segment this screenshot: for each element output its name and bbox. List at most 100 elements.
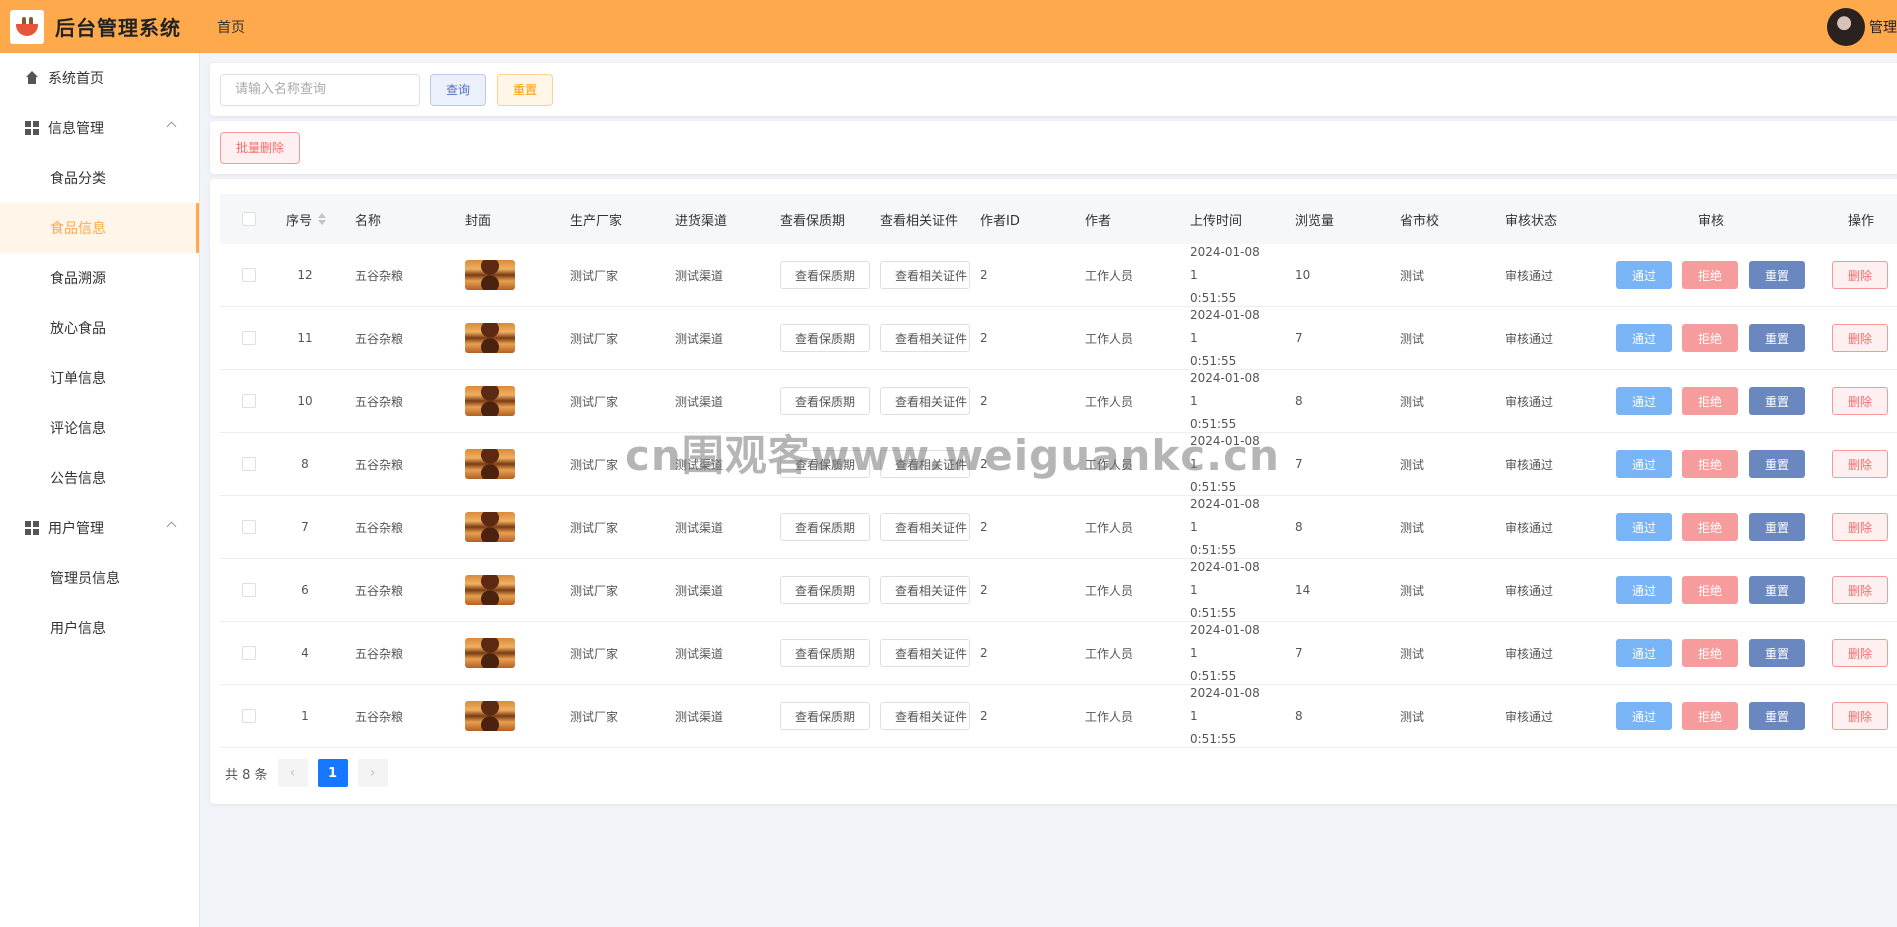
row-checkbox[interactable] bbox=[242, 394, 256, 408]
row-checkbox[interactable] bbox=[242, 520, 256, 534]
batch-delete-button[interactable]: 批量删除 bbox=[220, 131, 300, 164]
sidebar-item[interactable]: 系统首页 bbox=[0, 53, 199, 103]
reject-button[interactable]: 拒绝 bbox=[1682, 639, 1738, 667]
view-shelf-life-button[interactable]: 查看保质期 bbox=[780, 261, 870, 289]
chevron-left-icon[interactable]: ‹ bbox=[277, 759, 308, 787]
header-cert: 查看相关证件 bbox=[880, 213, 959, 229]
query-button[interactable]: 查询 bbox=[430, 73, 486, 106]
sidebar-item[interactable]: 信息管理 bbox=[0, 103, 199, 153]
approve-button[interactable]: 通过 bbox=[1616, 702, 1672, 730]
delete-button[interactable]: 删除 bbox=[1832, 702, 1888, 730]
row-checkbox[interactable] bbox=[242, 709, 256, 723]
header-action: 操作 bbox=[1848, 213, 1875, 229]
view-shelf-life-button[interactable]: 查看保质期 bbox=[780, 513, 870, 541]
sidebar-item[interactable]: 管理员信息 bbox=[0, 553, 199, 603]
cover-image[interactable] bbox=[465, 512, 515, 542]
row-checkbox[interactable] bbox=[242, 268, 256, 282]
reject-button[interactable]: 拒绝 bbox=[1682, 513, 1738, 541]
reject-button[interactable]: 拒绝 bbox=[1682, 702, 1738, 730]
row-upload-time: 2024-01-08 1 0:51:55 bbox=[1190, 496, 1260, 557]
select-all-checkbox[interactable] bbox=[242, 212, 256, 226]
chevron-right-icon[interactable]: › bbox=[357, 759, 388, 787]
user-name[interactable]: 管理 bbox=[1869, 17, 1897, 37]
reject-button[interactable]: 拒绝 bbox=[1682, 387, 1738, 415]
delete-button[interactable]: 删除 bbox=[1832, 450, 1888, 478]
reject-button[interactable]: 拒绝 bbox=[1682, 450, 1738, 478]
view-shelf-life-button[interactable]: 查看保质期 bbox=[780, 702, 870, 730]
page-number[interactable]: 1 bbox=[317, 759, 348, 787]
cover-image[interactable] bbox=[465, 323, 515, 353]
user-menu[interactable]: 管理 bbox=[1827, 0, 1897, 53]
delete-button[interactable]: 删除 bbox=[1832, 576, 1888, 604]
view-shelf-life-button[interactable]: 查看保质期 bbox=[780, 576, 870, 604]
delete-button[interactable]: 删除 bbox=[1832, 261, 1888, 289]
reset-review-button[interactable]: 重置 bbox=[1749, 450, 1805, 478]
table-row: 10 五谷杂粮 测试厂家 测试渠道 查看保质期 查看相关证件 2 工作人员 2024-01-08… bbox=[220, 370, 1897, 433]
row-checkbox[interactable] bbox=[242, 457, 256, 471]
avatar[interactable] bbox=[1827, 7, 1865, 46]
view-certificate-button[interactable]: 查看相关证件 bbox=[880, 513, 970, 541]
view-shelf-life-button[interactable]: 查看保质期 bbox=[780, 450, 870, 478]
sidebar-item[interactable]: 放心食品 bbox=[0, 303, 199, 353]
approve-button[interactable]: 通过 bbox=[1616, 387, 1672, 415]
reset-button[interactable]: 重置 bbox=[497, 73, 553, 106]
cover-image[interactable] bbox=[465, 701, 515, 731]
reset-review-button[interactable]: 重置 bbox=[1749, 702, 1805, 730]
sidebar-item[interactable]: 食品分类 bbox=[0, 153, 199, 203]
approve-button[interactable]: 通过 bbox=[1616, 450, 1672, 478]
view-certificate-button[interactable]: 查看相关证件 bbox=[880, 387, 970, 415]
approve-button[interactable]: 通过 bbox=[1616, 639, 1672, 667]
delete-button[interactable]: 删除 bbox=[1832, 513, 1888, 541]
pagination-total: 共 8 条 bbox=[225, 767, 268, 783]
row-channel: 测试渠道 bbox=[675, 583, 724, 598]
row-checkbox[interactable] bbox=[242, 583, 256, 597]
approve-button[interactable]: 通过 bbox=[1616, 576, 1672, 604]
sidebar-item[interactable]: 订单信息 bbox=[0, 353, 199, 403]
search-input[interactable] bbox=[220, 73, 420, 106]
cover-image[interactable] bbox=[465, 449, 515, 479]
approve-button[interactable]: 通过 bbox=[1616, 513, 1672, 541]
delete-button[interactable]: 删除 bbox=[1832, 324, 1888, 352]
sidebar-item[interactable]: 用户管理 bbox=[0, 503, 199, 553]
row-checkbox[interactable] bbox=[242, 646, 256, 660]
reset-review-button[interactable]: 重置 bbox=[1749, 513, 1805, 541]
sidebar-item[interactable]: 公告信息 bbox=[0, 453, 199, 503]
reject-button[interactable]: 拒绝 bbox=[1682, 261, 1738, 289]
cover-image[interactable] bbox=[465, 575, 515, 605]
view-certificate-button[interactable]: 查看相关证件 bbox=[880, 639, 970, 667]
sidebar-item[interactable]: 食品溯源 bbox=[0, 253, 199, 303]
toolbar: 批量删除 bbox=[210, 121, 1897, 174]
reset-review-button[interactable]: 重置 bbox=[1749, 576, 1805, 604]
reject-button[interactable]: 拒绝 bbox=[1682, 576, 1738, 604]
cover-image[interactable] bbox=[465, 386, 515, 416]
delete-button[interactable]: 删除 bbox=[1832, 639, 1888, 667]
reset-review-button[interactable]: 重置 bbox=[1749, 639, 1805, 667]
header-index[interactable]: 序号 bbox=[286, 194, 327, 244]
view-shelf-life-button[interactable]: 查看保质期 bbox=[780, 639, 870, 667]
breadcrumb[interactable]: 首页 bbox=[217, 17, 245, 37]
row-index: 11 bbox=[297, 331, 313, 345]
approve-button[interactable]: 通过 bbox=[1616, 261, 1672, 289]
cover-image[interactable] bbox=[465, 260, 515, 290]
view-certificate-button[interactable]: 查看相关证件 bbox=[880, 324, 970, 352]
cover-image[interactable] bbox=[465, 638, 515, 668]
row-checkbox[interactable] bbox=[242, 331, 256, 345]
sidebar-item-label: 食品信息 bbox=[50, 221, 106, 237]
view-certificate-button[interactable]: 查看相关证件 bbox=[880, 702, 970, 730]
chevron-up-icon bbox=[166, 521, 177, 532]
sort-icon[interactable] bbox=[318, 213, 327, 225]
approve-button[interactable]: 通过 bbox=[1616, 324, 1672, 352]
sidebar-item[interactable]: 用户信息 bbox=[0, 603, 199, 653]
reset-review-button[interactable]: 重置 bbox=[1749, 324, 1805, 352]
view-shelf-life-button[interactable]: 查看保质期 bbox=[780, 324, 870, 352]
reset-review-button[interactable]: 重置 bbox=[1749, 387, 1805, 415]
view-certificate-button[interactable]: 查看相关证件 bbox=[880, 450, 970, 478]
reject-button[interactable]: 拒绝 bbox=[1682, 324, 1738, 352]
sidebar-item[interactable]: 评论信息 bbox=[0, 403, 199, 453]
view-shelf-life-button[interactable]: 查看保质期 bbox=[780, 387, 870, 415]
view-certificate-button[interactable]: 查看相关证件 bbox=[880, 261, 970, 289]
delete-button[interactable]: 删除 bbox=[1832, 387, 1888, 415]
view-certificate-button[interactable]: 查看相关证件 bbox=[880, 576, 970, 604]
sidebar-item[interactable]: 食品信息 bbox=[0, 203, 199, 253]
reset-review-button[interactable]: 重置 bbox=[1749, 261, 1805, 289]
